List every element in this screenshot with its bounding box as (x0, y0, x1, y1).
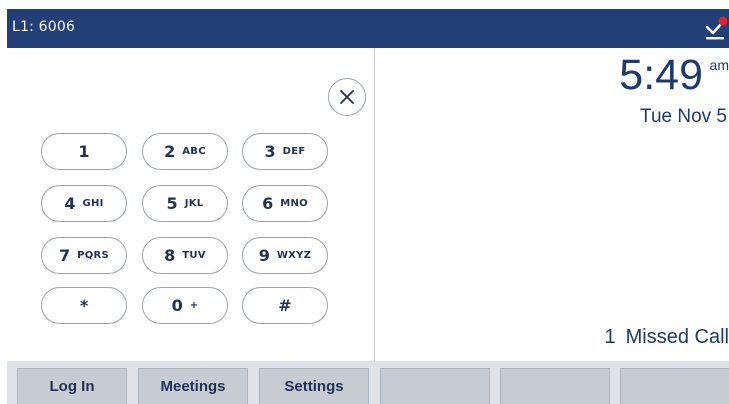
key-letters: GHI (82, 198, 104, 209)
key-letters: ABC (182, 146, 206, 157)
key-letters: PQRS (77, 250, 110, 261)
line-label: L1: 6006 (12, 19, 76, 35)
softkey-empty-6[interactable] (620, 368, 729, 404)
dial-key-5[interactable]: 5 JKL (142, 185, 228, 222)
key-digit: 0 (171, 296, 183, 315)
dial-key-0[interactable]: 0 + (142, 287, 228, 324)
status-bar: L1: 6006 (7, 9, 729, 48)
key-digit: 5 (166, 194, 178, 213)
dial-key-star[interactable]: * (41, 287, 127, 324)
key-digit: 7 (58, 246, 71, 265)
softkey-meetings[interactable]: Meetings (138, 368, 248, 404)
clock-date: Tue Nov 5 (640, 106, 727, 127)
dial-key-4[interactable]: 4 GHI (41, 185, 127, 222)
dial-key-1[interactable]: 1 (41, 133, 127, 170)
dial-key-9[interactable]: 9 WXYZ (242, 237, 328, 274)
softkey-settings[interactable]: Settings (259, 368, 369, 404)
missed-calls-notice[interactable]: 1 Missed Call (605, 326, 729, 349)
dial-key-hash[interactable]: # (242, 287, 328, 324)
key-digit: 8 (164, 246, 176, 265)
dial-key-7[interactable]: 7 PQRS (41, 237, 127, 274)
home-panel: 5:49 am Tue Nov 5 1 Missed Call (375, 48, 729, 361)
missed-calls-count: 1 (604, 326, 616, 348)
key-digit: * (79, 296, 89, 315)
softkey-empty-5[interactable] (500, 368, 610, 404)
softkey-empty-4[interactable] (380, 368, 490, 404)
clock-ampm: am (709, 57, 729, 73)
key-letters: WXYZ (276, 250, 312, 261)
key-digit: 3 (264, 142, 276, 161)
key-digit: # (278, 296, 292, 315)
clock-time: 5:49 (619, 51, 703, 99)
key-digit: 1 (78, 142, 90, 161)
dial-key-6[interactable]: 6 MNO (242, 185, 328, 222)
key-digit: 6 (262, 194, 274, 213)
close-icon (340, 90, 354, 104)
dial-key-2[interactable]: 2 ABC (142, 133, 228, 170)
key-letters: DEF (282, 146, 306, 157)
dial-key-3[interactable]: 3 DEF (242, 133, 328, 170)
missed-calls-label: Missed Call (625, 326, 729, 348)
key-letters: JKL (184, 198, 204, 209)
key-letters: + (189, 300, 199, 311)
softkey-log-in[interactable]: Log In (17, 368, 127, 404)
dial-key-8[interactable]: 8 TUV (142, 237, 228, 274)
key-digit: 9 (258, 246, 270, 265)
key-letters: TUV (182, 250, 206, 261)
key-digit: 2 (164, 142, 176, 161)
key-digit: 4 (64, 194, 76, 213)
clear-button[interactable] (328, 78, 366, 116)
softkey-bar: Log In Meetings Settings (7, 361, 729, 404)
voicemail-notification-icon[interactable] (703, 16, 728, 42)
key-letters: MNO (280, 198, 308, 209)
dialpad-panel: 1 2 ABC 3 DEF 4 GHI 5 JKL 6 MNO 7 PQRS 8… (7, 48, 374, 361)
